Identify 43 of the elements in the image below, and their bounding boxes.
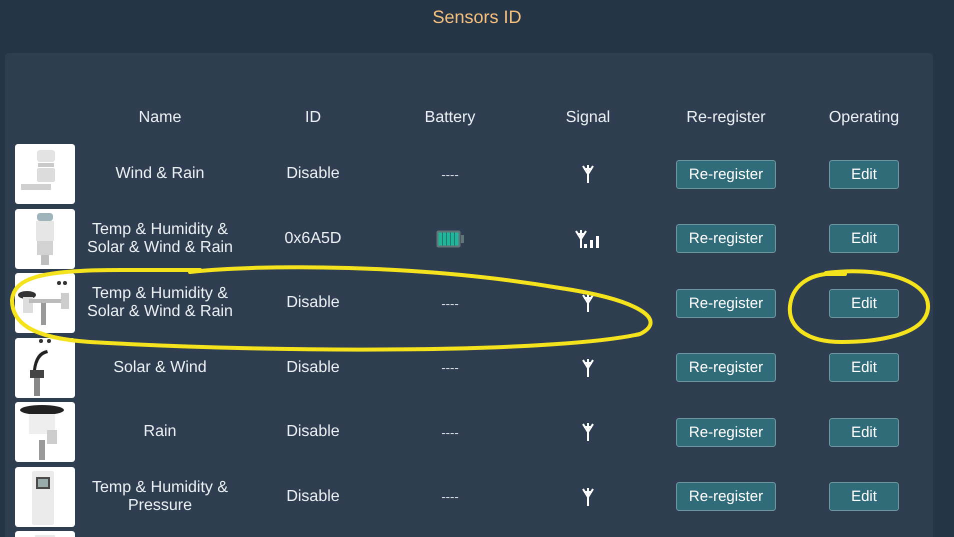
sensor-name: Temp & Humidity & Pressure [90, 478, 230, 515]
sensor-name: Temp & Humidity & Solar & Wind & Rain [86, 285, 234, 322]
battery-status: ---- [441, 424, 459, 440]
sensor-id: 0x6A5D [284, 230, 342, 248]
battery-status: ---- [441, 166, 459, 182]
re-register-button[interactable]: Re-register [676, 160, 776, 189]
column-header: ID [305, 108, 321, 126]
sensor-name: Temp & Humidity & Solar & Wind & Rain [86, 220, 234, 257]
antenna-icon [582, 164, 594, 184]
edit-button[interactable]: Edit [829, 288, 899, 318]
edit-button[interactable]: Edit [829, 482, 899, 512]
battery-status: ---- [441, 360, 459, 376]
sensor-name: Wind & Rain [116, 165, 204, 184]
edit-button[interactable]: Edit [829, 418, 899, 447]
sensor-id: Disable [286, 488, 340, 506]
column-header: Battery [424, 108, 476, 126]
re-register-button[interactable]: Re-register [676, 482, 776, 512]
sensor-name: Rain [144, 423, 176, 442]
edit-button[interactable]: Edit [829, 353, 899, 382]
re-register-button[interactable]: Re-register [676, 353, 776, 382]
sensor-id: Disable [286, 423, 340, 442]
column-header: Operating [828, 108, 900, 126]
antenna-icon [582, 422, 594, 442]
signal-icon [575, 228, 601, 249]
sensor-id: Disable [286, 294, 340, 312]
re-register-button[interactable]: Re-register [676, 418, 776, 447]
antenna-icon [582, 486, 594, 507]
re-register-button[interactable]: Re-register [676, 224, 776, 254]
battery-icon [436, 230, 464, 248]
battery-status: ---- [441, 296, 459, 311]
antenna-icon [582, 358, 594, 378]
sensor-name: Solar & Wind [113, 358, 207, 377]
column-header: Signal [566, 108, 610, 126]
antenna-icon [582, 293, 594, 314]
battery-status: ---- [441, 489, 459, 504]
edit-button[interactable]: Edit [829, 160, 899, 189]
page-title: Sensors ID [431, 6, 523, 29]
column-header: Re-register [686, 108, 766, 126]
re-register-button[interactable]: Re-register [676, 288, 776, 318]
sensor-id: Disable [286, 165, 340, 184]
column-header: Name [138, 108, 182, 126]
sensor-id: Disable [286, 358, 340, 377]
edit-button[interactable]: Edit [829, 224, 899, 254]
